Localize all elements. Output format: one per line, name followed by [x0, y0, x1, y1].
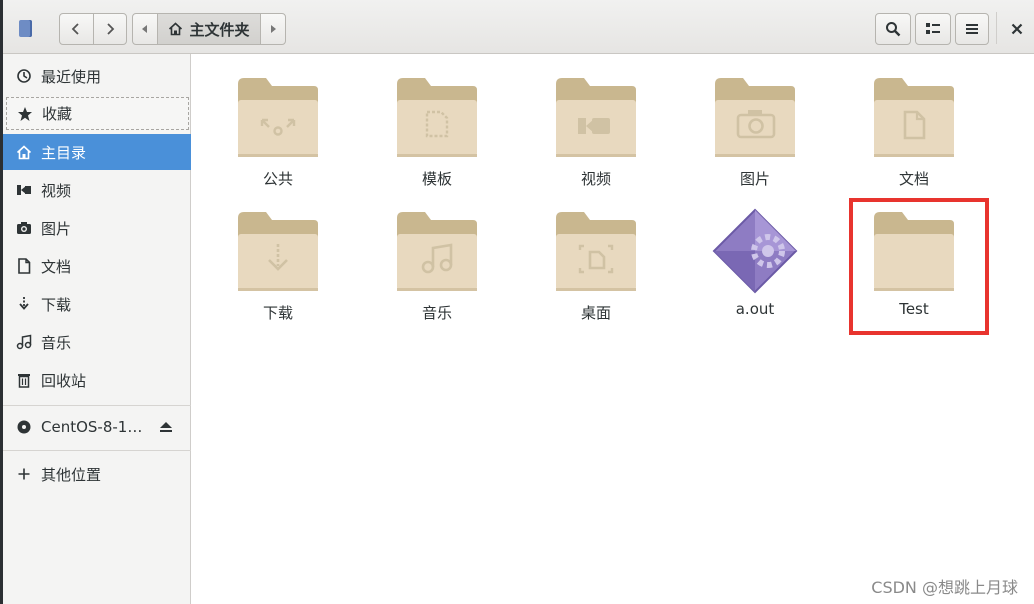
list-view-icon — [926, 23, 940, 34]
folder-item[interactable]: 视频 — [526, 66, 666, 189]
folder-icon — [556, 78, 636, 157]
folder-item[interactable]: 桌面 — [526, 200, 666, 323]
sidebar-item-downloads[interactable]: 下载 — [3, 286, 191, 322]
search-button[interactable] — [875, 13, 911, 45]
folder-icon — [397, 78, 477, 157]
sidebar-item-music[interactable]: 音乐 — [3, 324, 191, 360]
eject-button[interactable] — [159, 419, 173, 437]
sidebar-item-starred[interactable]: 收藏 — [6, 97, 189, 130]
home-icon — [169, 22, 183, 36]
folder-item[interactable]: 公共 — [208, 66, 348, 189]
sidebar: 最近使用 收藏 主目录 视频 图片 文档 下载 音乐 回收站 CentOS-8-… — [3, 54, 191, 604]
document-icon — [15, 257, 33, 275]
path-bar: 主文件夹 — [132, 13, 286, 45]
item-label: 公共 — [262, 170, 293, 188]
folder-item[interactable]: 图片 — [685, 66, 825, 189]
item-label: 图片 — [739, 170, 770, 188]
sidebar-item-label: 回收站 — [41, 371, 87, 390]
sidebar-item-label: 下载 — [41, 295, 72, 314]
home-icon — [15, 143, 33, 161]
hamburger-menu-icon — [966, 24, 978, 34]
triangle-right-icon — [271, 25, 276, 33]
plus-icon — [15, 465, 33, 483]
sidebar-item-documents[interactable]: 文档 — [3, 248, 191, 284]
folder-icon — [397, 212, 477, 291]
sidebar-separator — [3, 405, 191, 406]
path-crumb-home[interactable]: 主文件夹 — [157, 14, 261, 44]
sidebar-item-home[interactable]: 主目录 — [3, 134, 191, 170]
sidebar-item-label: 音乐 — [41, 333, 72, 352]
eject-icon — [160, 422, 172, 432]
sidebar-item-label: 图片 — [41, 219, 72, 238]
header-bar: 主文件夹 — [3, 0, 1034, 54]
folder-icon — [238, 212, 318, 291]
folder-icon — [874, 78, 954, 157]
sidebar-item-label: CentOS-8-1… — [41, 418, 143, 436]
close-icon — [1011, 23, 1023, 35]
sidebar-item-pictures[interactable]: 图片 — [3, 210, 191, 246]
triangle-left-icon — [142, 25, 147, 33]
clock-icon — [15, 67, 33, 85]
sidebar-item-videos[interactable]: 视频 — [3, 172, 191, 208]
sidebar-item-trash[interactable]: 回收站 — [3, 362, 191, 398]
close-button[interactable] — [1006, 18, 1028, 40]
item-label: 音乐 — [421, 304, 452, 322]
search-icon — [886, 22, 901, 37]
sidebar-separator — [3, 450, 191, 451]
item-label: 模板 — [421, 170, 452, 188]
sidebar-item-recent[interactable]: 最近使用 — [3, 58, 191, 94]
path-scroll-left-button[interactable] — [133, 14, 157, 44]
folder-icon — [715, 78, 795, 157]
sidebar-item-label: 视频 — [41, 181, 72, 200]
forward-button[interactable] — [92, 14, 127, 44]
view-list-button[interactable] — [915, 13, 951, 45]
path-crumb-label: 主文件夹 — [189, 20, 250, 39]
file-manager-window: 主文件夹 最近使用 收藏 主目录 视频 图片 文档 下载 音乐 回收站 Cent… — [0, 0, 1034, 604]
sidebar-item-label: 文档 — [41, 257, 72, 276]
chevron-right-icon — [107, 23, 115, 35]
watermark: CSDN @想跳上月球 — [871, 578, 1018, 597]
folder-item[interactable]: 音乐 — [367, 200, 507, 323]
sidebar-item-label: 最近使用 — [41, 67, 102, 86]
camera-icon — [15, 219, 33, 237]
folder-item[interactable]: 文档 — [844, 66, 984, 189]
folder-item[interactable]: 下载 — [208, 200, 348, 323]
item-label: 桌面 — [580, 304, 611, 322]
executable-icon — [712, 208, 798, 294]
item-label: 下载 — [262, 304, 293, 322]
folder-icon — [556, 212, 636, 291]
chevron-left-icon — [71, 23, 79, 35]
file-item[interactable]: a.out — [685, 200, 825, 318]
download-icon — [15, 295, 33, 313]
app-icon — [19, 20, 32, 37]
star-icon — [16, 105, 34, 123]
item-label: a.out — [735, 300, 775, 318]
trash-icon — [15, 371, 33, 389]
folder-item[interactable]: 模板 — [367, 66, 507, 189]
item-label: 文档 — [898, 170, 929, 188]
file-view: 公共 模板 视频 图片 文档 下载 音乐 桌面 a.out Test CSDN @想跳上月球 — [192, 54, 1034, 604]
sidebar-item-label: 主目录 — [41, 143, 87, 162]
sidebar-item-label: 收藏 — [42, 105, 73, 123]
sidebar-item-device[interactable]: CentOS-8-1… — [3, 409, 191, 445]
disc-icon — [15, 418, 33, 436]
item-label: 视频 — [580, 170, 611, 188]
highlight-box — [849, 198, 989, 335]
folder-icon — [238, 78, 318, 157]
sidebar-item-other-locations[interactable]: 其他位置 — [3, 456, 191, 492]
music-icon — [15, 333, 33, 351]
sidebar-item-label: 其他位置 — [41, 465, 102, 484]
navigation-buttons — [59, 13, 127, 45]
path-scroll-right-button[interactable] — [261, 14, 285, 44]
video-icon — [15, 181, 33, 199]
menu-button[interactable] — [955, 13, 989, 45]
back-button[interactable] — [60, 14, 93, 44]
header-separator — [996, 12, 997, 44]
